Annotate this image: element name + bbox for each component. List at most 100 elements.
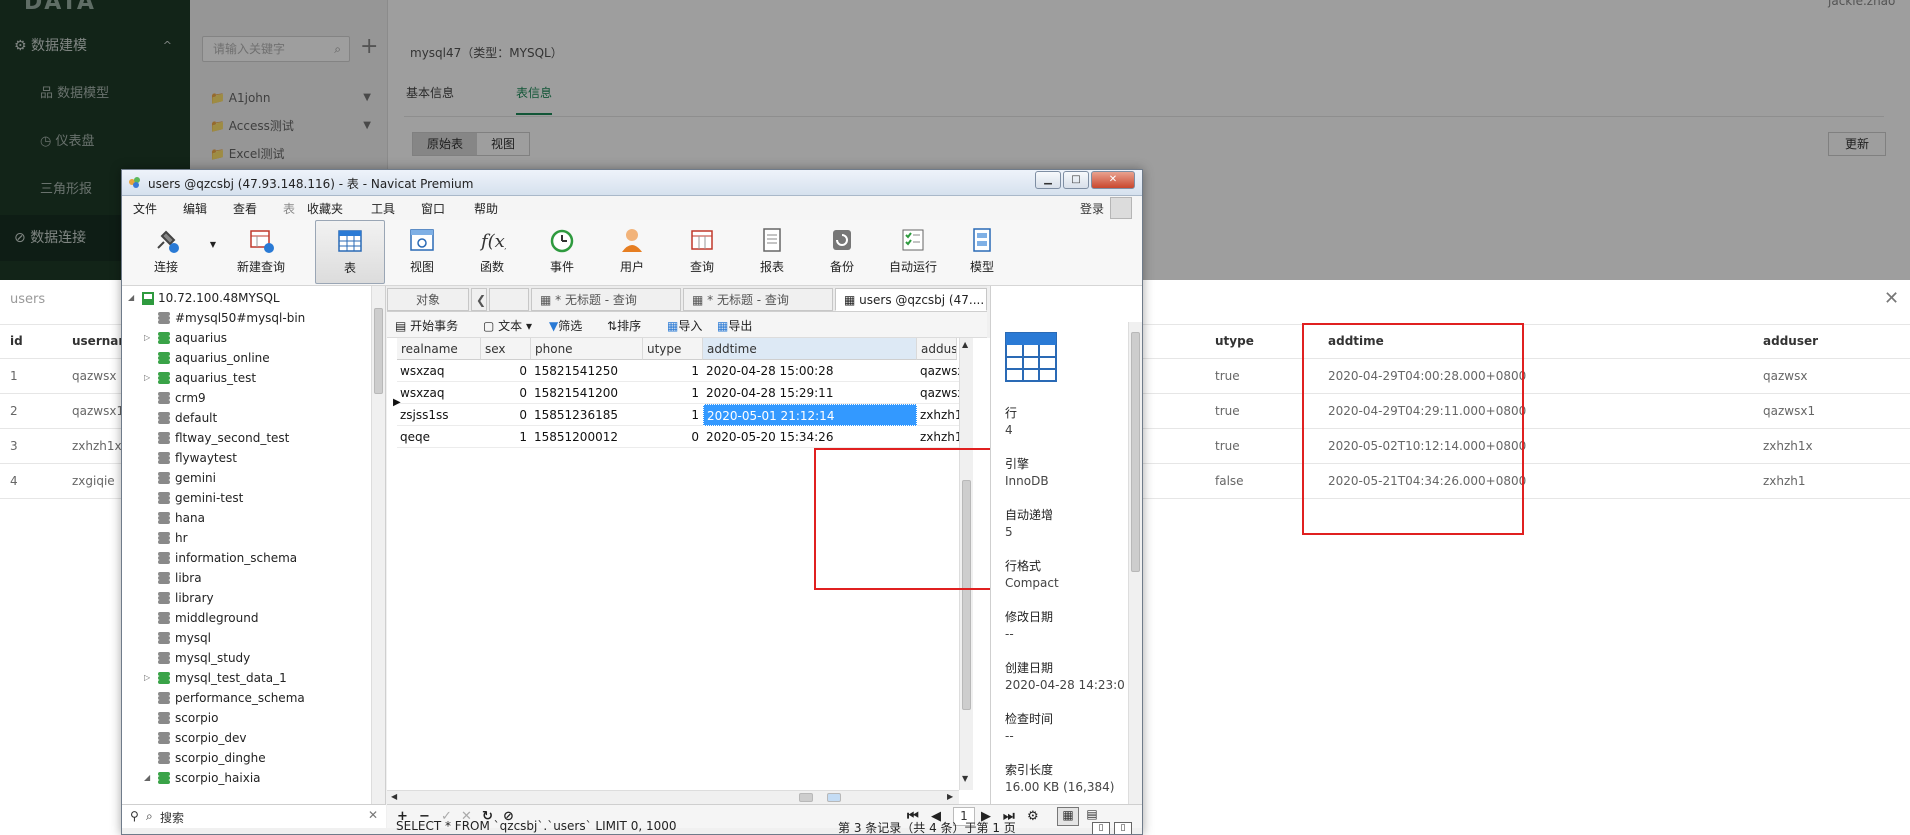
cell-utype[interactable]: 0: [643, 426, 703, 448]
info-scrollbar[interactable]: [1128, 322, 1142, 828]
event-button[interactable]: 事件: [532, 220, 592, 284]
database-item[interactable]: crm9: [122, 388, 368, 408]
cell-phone[interactable]: 15851236185: [531, 404, 643, 426]
col-phone[interactable]: phone: [531, 338, 643, 360]
tab-untitled-query[interactable]: ▦ * 无标题 - 查询: [683, 288, 833, 311]
database-item[interactable]: scorpio_dinghe: [122, 748, 368, 768]
database-item[interactable]: hana: [122, 508, 368, 528]
text-button[interactable]: ▢ 文本 ▾: [483, 317, 532, 334]
hscroll-thumb-active[interactable]: [827, 793, 841, 802]
tab-objects[interactable]: 对象: [387, 288, 469, 311]
cell-phone[interactable]: 15821541200: [531, 382, 643, 404]
menu-file[interactable]: 文件: [133, 200, 157, 217]
menu-tools[interactable]: 工具: [371, 200, 395, 217]
database-item[interactable]: fltway_second_test: [122, 428, 368, 448]
tab-blank[interactable]: [489, 288, 529, 311]
menu-table[interactable]: 表: [283, 200, 295, 217]
expand-icon[interactable]: ▷: [144, 328, 150, 348]
cell-adduser[interactable]: zxhzh1: [917, 404, 959, 426]
database-item[interactable]: performance_schema: [122, 688, 368, 708]
backup-button[interactable]: 备份: [812, 220, 872, 284]
cell-addtime[interactable]: 2020-05-01 21:12:14: [703, 404, 917, 426]
database-item[interactable]: mysql_study: [122, 648, 368, 668]
minimize-button[interactable]: ▁: [1035, 171, 1061, 189]
database-item[interactable]: ◢ scorpio_haixia: [122, 768, 368, 788]
cell-addtime[interactable]: 2020-04-28 15:29:11: [703, 382, 917, 404]
login-link[interactable]: 登录: [1080, 200, 1104, 217]
cell-realname[interactable]: qeqe: [397, 426, 481, 448]
cell-realname[interactable]: zsjss1ss: [397, 404, 481, 426]
grid-view-icon[interactable]: ▦: [1057, 807, 1079, 826]
database-item[interactable]: libra: [122, 568, 368, 588]
database-item[interactable]: default: [122, 408, 368, 428]
cell-utype[interactable]: 1: [643, 382, 703, 404]
collapse-icon[interactable]: ◢: [144, 768, 150, 788]
database-item[interactable]: #mysql50#mysql-bin: [122, 308, 368, 328]
scroll-right-icon[interactable]: ▶: [947, 792, 953, 801]
cell-sex[interactable]: 1: [481, 426, 531, 448]
panel-toggle-icon[interactable]: ▯: [1092, 822, 1110, 834]
function-button[interactable]: f(x) 函数: [462, 220, 522, 284]
database-item[interactable]: scorpio: [122, 708, 368, 728]
cell-utype[interactable]: 1: [643, 404, 703, 426]
tree-scrollbar[interactable]: [371, 286, 385, 804]
database-item[interactable]: ▷ aquarius_test: [122, 368, 368, 388]
cell-sex[interactable]: 0: [481, 382, 531, 404]
cell-addtime[interactable]: 2020-04-28 15:00:28: [703, 360, 917, 382]
database-item[interactable]: flywaytest: [122, 448, 368, 468]
maximize-button[interactable]: □: [1063, 171, 1089, 189]
model-button[interactable]: 模型: [952, 220, 1012, 284]
settings-gear-icon[interactable]: ⚙: [1027, 809, 1039, 824]
menu-view[interactable]: 查看: [233, 200, 257, 217]
query-button[interactable]: 查询: [672, 220, 732, 284]
object-search-input[interactable]: ⚲ ⌕ 搜索 ✕: [122, 804, 386, 828]
cell-utype[interactable]: 1: [643, 360, 703, 382]
cell-adduser[interactable]: qazwsx: [917, 360, 959, 382]
cell-addtime[interactable]: 2020-05-20 15:34:26: [703, 426, 917, 448]
scrollbar-thumb[interactable]: [374, 308, 383, 394]
begin-transaction-button[interactable]: ▤ 开始事务: [395, 317, 458, 334]
new-query-button[interactable]: 新建查询: [222, 220, 300, 284]
window-titlebar[interactable]: users @qzcsbj (47.93.148.116) - 表 - Navi…: [122, 170, 1142, 196]
scroll-up-icon[interactable]: ▲: [962, 340, 968, 349]
sort-button[interactable]: ⇅排序: [607, 317, 641, 334]
cell-realname[interactable]: wsxzaq: [397, 382, 481, 404]
cell-sex[interactable]: 0: [481, 360, 531, 382]
table-button[interactable]: 表: [315, 220, 385, 284]
report-button[interactable]: 报表: [742, 220, 802, 284]
col-realname[interactable]: realname: [397, 338, 481, 360]
database-item[interactable]: ▷ mysql_test_data_1: [122, 668, 368, 688]
export-button[interactable]: ▦导出: [717, 317, 752, 334]
expand-icon[interactable]: ▷: [144, 668, 150, 688]
menu-favorites[interactable]: 收藏夹: [307, 200, 343, 217]
import-button[interactable]: ▦导入: [667, 317, 702, 334]
clear-icon[interactable]: ✕: [368, 808, 378, 822]
view-button[interactable]: 视图: [392, 220, 452, 284]
database-item[interactable]: ▷ aquarius: [122, 328, 368, 348]
connect-dropdown-icon[interactable]: ▼: [206, 220, 220, 284]
cell-sex[interactable]: 0: [481, 404, 531, 426]
chevron-left-icon[interactable]: ❮: [471, 288, 487, 311]
automation-button[interactable]: 自动运行: [878, 220, 948, 284]
scroll-left-icon[interactable]: ◀: [391, 792, 397, 801]
database-item[interactable]: information_schema: [122, 548, 368, 568]
database-item[interactable]: library: [122, 588, 368, 608]
cell-adduser[interactable]: zxhzh1: [917, 426, 959, 448]
tab-untitled-query[interactable]: ▦ * 无标题 - 查询: [531, 288, 681, 311]
filter-button[interactable]: ▼筛选: [549, 317, 582, 334]
database-item[interactable]: middleground: [122, 608, 368, 628]
hscroll-thumb[interactable]: [799, 793, 813, 802]
panel-toggle-icon[interactable]: ▯: [1114, 822, 1132, 834]
close-button[interactable]: ✕: [1091, 171, 1135, 189]
database-item[interactable]: aquarius_online: [122, 348, 368, 368]
cell-adduser[interactable]: qazwsx: [917, 382, 959, 404]
expand-icon[interactable]: ▷: [144, 368, 150, 388]
scroll-down-icon[interactable]: ▼: [962, 774, 968, 783]
connect-button[interactable]: 连接: [136, 220, 196, 284]
menu-window[interactable]: 窗口: [421, 200, 445, 217]
database-item[interactable]: scorpio_dev: [122, 728, 368, 748]
avatar[interactable]: [1110, 197, 1132, 219]
grid-hscroll[interactable]: ◀ ▶: [387, 790, 959, 804]
database-item[interactable]: mysql: [122, 628, 368, 648]
cell-realname[interactable]: wsxzaq: [397, 360, 481, 382]
